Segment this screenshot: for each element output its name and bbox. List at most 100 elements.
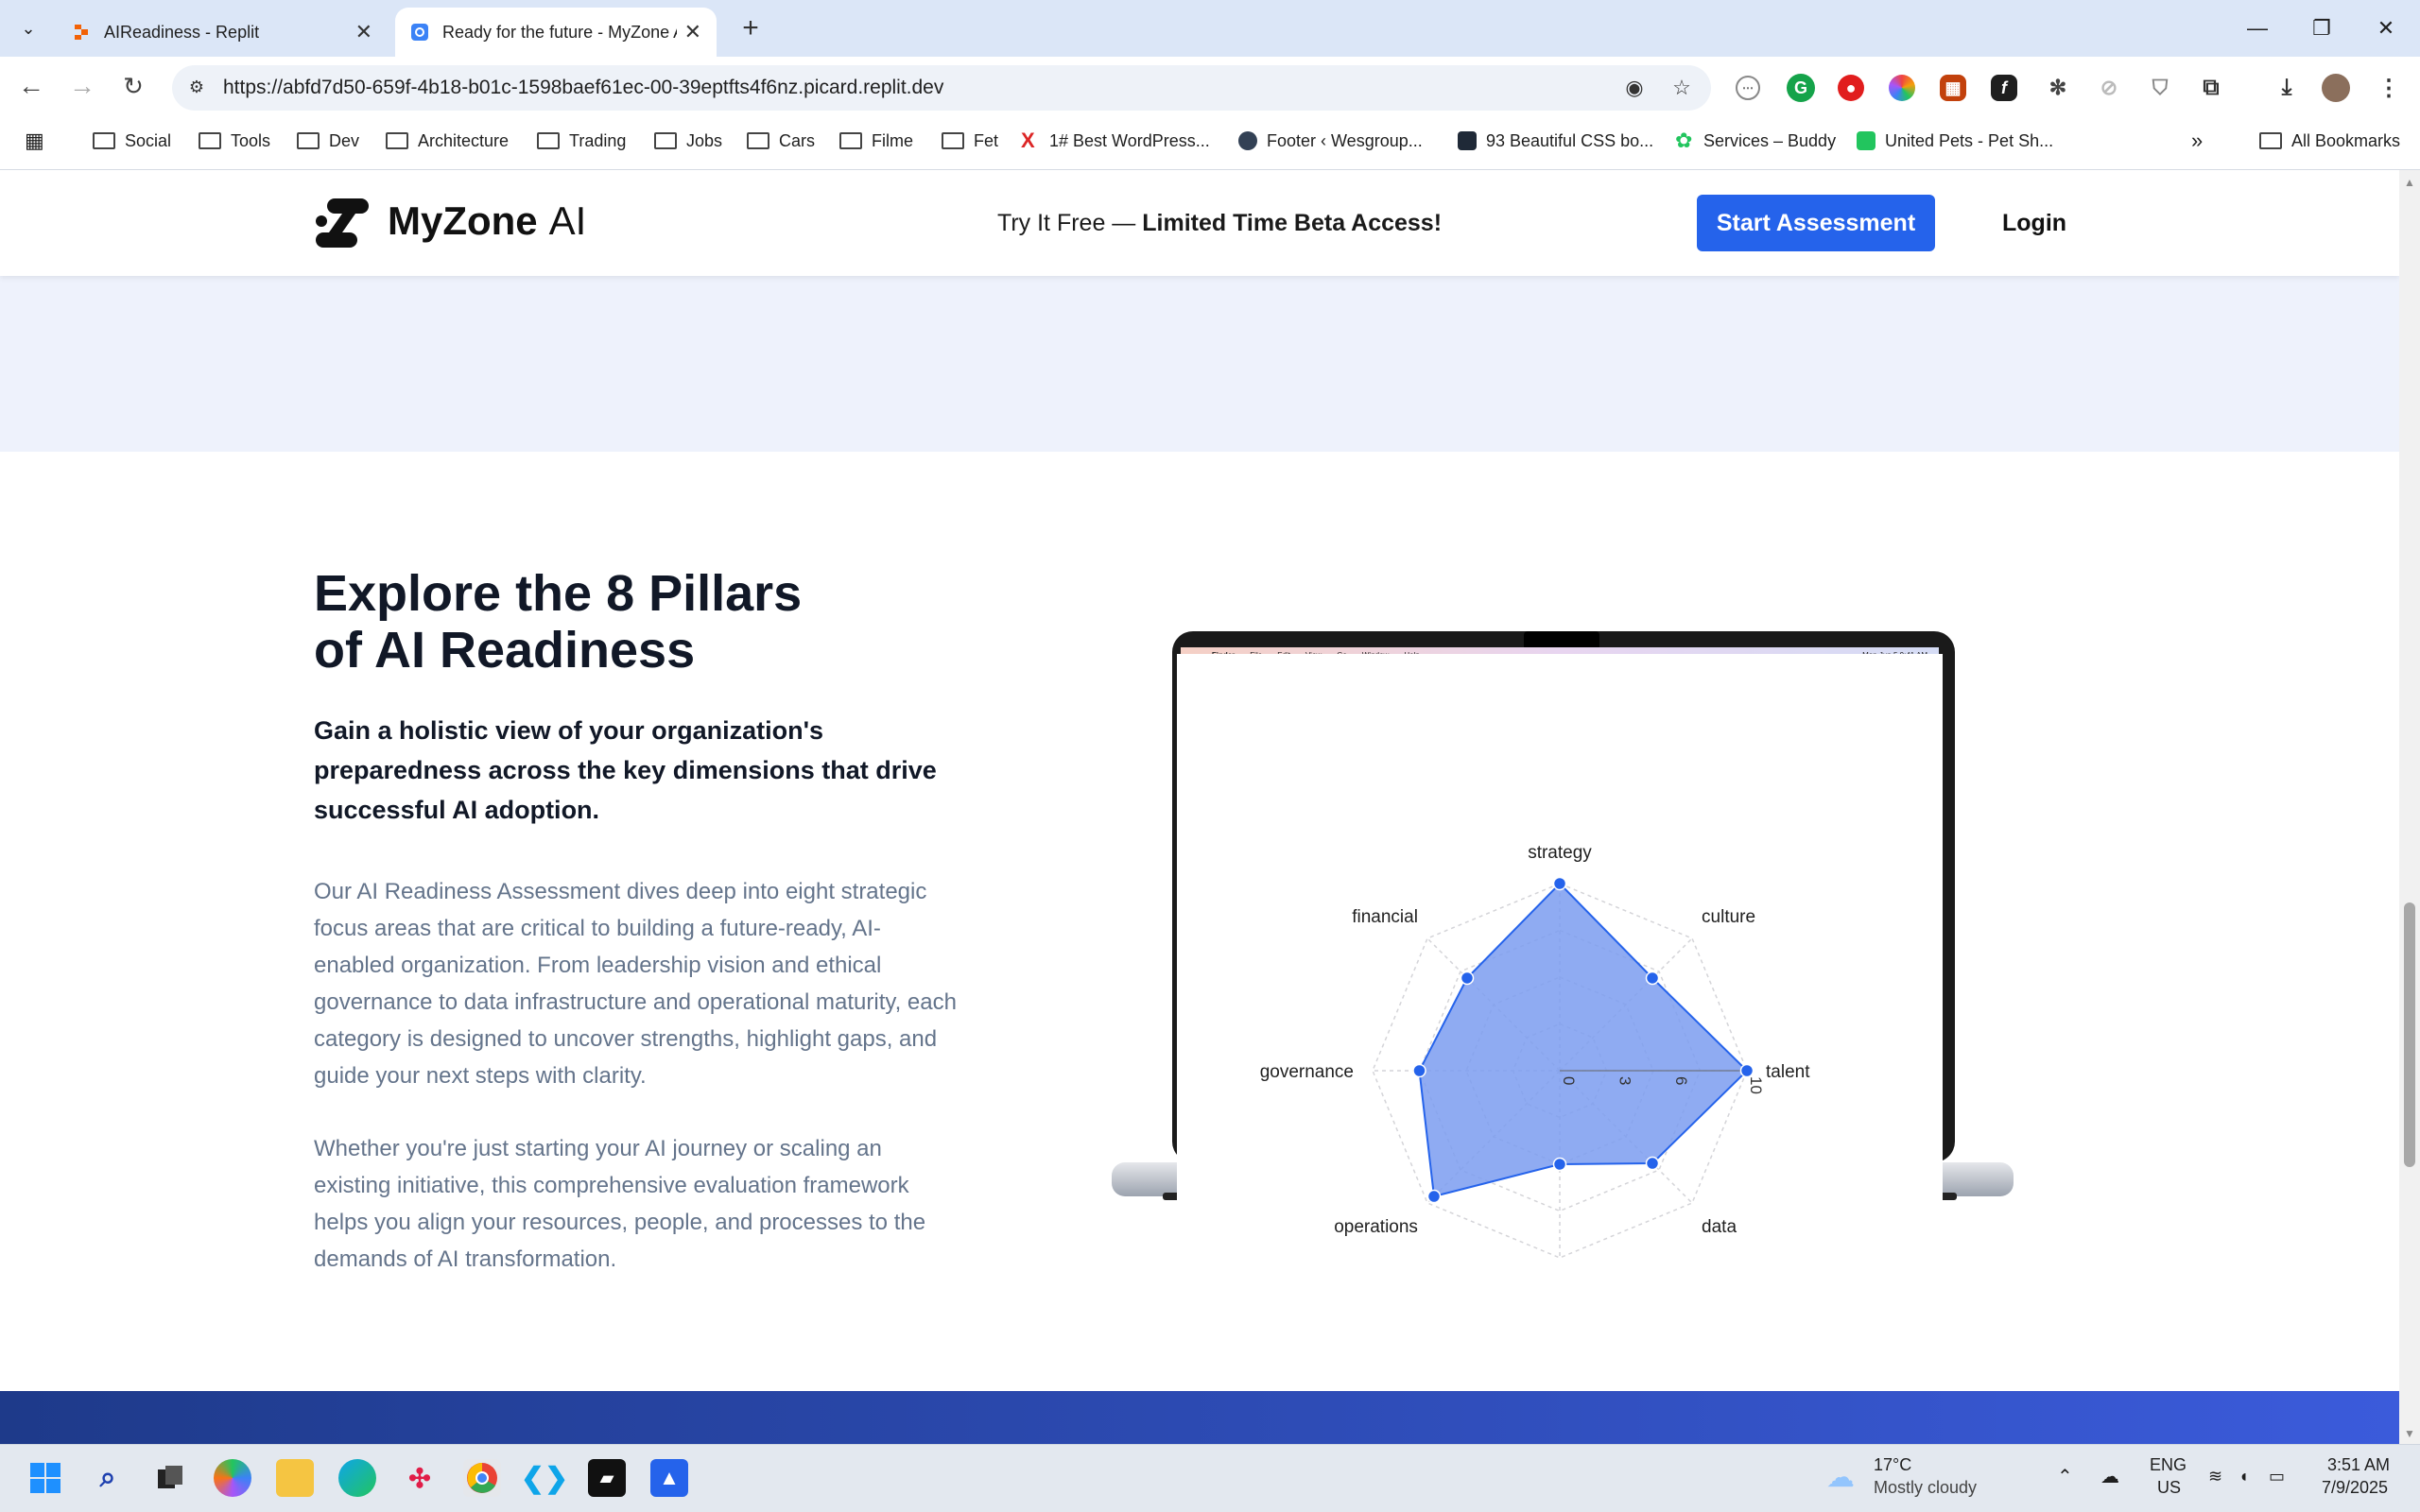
close-icon[interactable]: ✕	[684, 20, 701, 44]
bookmark-folder[interactable]: Filme	[839, 129, 913, 153]
myzone-logo-icon[interactable]	[314, 195, 371, 251]
wifi-icon[interactable]: ≋	[2208, 1467, 2222, 1486]
extension-red-icon[interactable]: ▦	[1940, 75, 1966, 101]
plus-icon: +	[742, 12, 759, 43]
vscode-icon[interactable]: ❮❯	[521, 1459, 568, 1497]
extension-icon[interactable]: ⋯	[1736, 76, 1760, 100]
volume-icon[interactable]: ◖	[2238, 1467, 2249, 1486]
minimize-button[interactable]: —	[2229, 9, 2286, 47]
copilot-icon[interactable]	[214, 1459, 251, 1497]
scroll-down-icon[interactable]: ▼	[2402, 1427, 2417, 1440]
scrollbar-thumb[interactable]	[2404, 902, 2415, 1167]
tab-myzone[interactable]: Ready for the future - MyZone A ✕	[395, 8, 717, 57]
back-button[interactable]: ←	[11, 66, 51, 106]
bookmark-link[interactable]: United Pets - Pet Sh...	[1857, 129, 2053, 153]
lang-code[interactable]: ENG	[2150, 1455, 2187, 1475]
bookmark-folder[interactable]: Fet	[942, 129, 998, 153]
cloud-icon[interactable]: ☁	[2100, 1465, 2119, 1488]
color-picker-icon[interactable]	[1889, 75, 1915, 101]
eye-icon[interactable]: ◉	[1618, 72, 1651, 104]
tab-aireadiness[interactable]: AIReadiness - Replit ✕	[57, 8, 388, 57]
login-link[interactable]: Login	[2002, 210, 2066, 237]
radar-data-point	[1645, 971, 1660, 986]
radar-data-point	[1412, 1063, 1426, 1078]
folder-icon	[93, 132, 115, 149]
new-tab-button[interactable]: +	[734, 11, 768, 45]
close-icon[interactable]: ✕	[355, 20, 372, 44]
tab-title: Ready for the future - MyZone A	[442, 22, 677, 42]
folder-icon	[747, 132, 769, 149]
chevron-up-icon[interactable]: ⌃	[2057, 1465, 2073, 1488]
bookmark-folder[interactable]: Architecture	[386, 129, 509, 153]
shield-icon[interactable]: ⛉	[2144, 72, 2176, 104]
bookmark-folder[interactable]: Trading	[537, 129, 626, 153]
restore-button[interactable]: ❐	[2293, 9, 2350, 47]
bookmark-folder[interactable]: Tools	[199, 129, 270, 153]
windows-start-icon[interactable]	[26, 1459, 64, 1497]
radar-category-label: governance	[1260, 1062, 1354, 1082]
scroll-up-icon[interactable]: ▲	[2402, 176, 2417, 189]
reload-button[interactable]: ↻	[113, 66, 153, 106]
region-code[interactable]: US	[2157, 1478, 2181, 1498]
radar-tick-label: 3	[1616, 1076, 1634, 1085]
bookmark-folder[interactable]: Cars	[747, 129, 815, 153]
edge-icon[interactable]	[338, 1459, 376, 1497]
fonts-icon[interactable]: f	[1991, 75, 2017, 101]
star-icon[interactable]: ☆	[1666, 72, 1698, 104]
paw-icon: ✿	[1675, 129, 1693, 152]
radar-chart: 03610strategyculturetalentdatatechnology…	[1177, 654, 1943, 1276]
folder-icon	[839, 132, 862, 149]
url-text[interactable]: https://abfd7d50-659f-4b18-b01c-1598baef…	[223, 77, 943, 99]
all-bookmarks-button[interactable]: All Bookmarks	[2259, 129, 2400, 153]
battery-icon[interactable]: ▭	[2269, 1467, 2285, 1486]
download-icon[interactable]: ⤓	[2271, 72, 2303, 104]
site-favicon-icon	[411, 24, 428, 41]
forward-button[interactable]: →	[62, 66, 102, 106]
grammarly-icon[interactable]: G	[1787, 74, 1815, 102]
apps-icon[interactable]: ▦	[25, 129, 44, 153]
search-icon[interactable]: ⌕	[89, 1459, 127, 1497]
task-view-icon[interactable]	[151, 1459, 189, 1497]
compass-icon[interactable]: ⊘	[2093, 72, 2125, 104]
adblock-icon[interactable]: ●	[1838, 75, 1864, 101]
bookmark-link[interactable]: 93 Beautiful CSS bo...	[1458, 129, 1653, 153]
avatar[interactable]	[2322, 74, 2350, 102]
bookmarks-overflow-button[interactable]: »	[2191, 129, 2203, 153]
folder-icon	[654, 132, 677, 149]
radar-category-label: data	[1702, 1217, 1737, 1237]
section-paragraph: Our AI Readiness Assessment dives deep i…	[314, 879, 957, 1089]
arrow-left-icon: ←	[18, 71, 44, 100]
close-window-button[interactable]: ✕	[2358, 9, 2414, 47]
bookmark-folder[interactable]: Social	[93, 129, 171, 153]
bookmark-link[interactable]: Footer ‹ Wesgroup...	[1238, 129, 1423, 153]
weather-icon[interactable]: ☁	[1826, 1461, 1855, 1494]
tab-search-button[interactable]: ⌄	[11, 11, 45, 45]
hero-band	[0, 276, 2399, 452]
scrollbar[interactable]	[2399, 170, 2420, 1444]
radar-category-label: operations	[1334, 1217, 1418, 1237]
terminal-icon[interactable]: ▰	[588, 1459, 626, 1497]
site-settings-icon[interactable]: ⚙	[185, 76, 208, 98]
menu-icon[interactable]: ⋮	[2373, 72, 2405, 104]
weather-desc[interactable]: Mostly cloudy	[1874, 1478, 1977, 1498]
bookmark-folder[interactable]: Dev	[297, 129, 359, 153]
clock-date[interactable]: 7/9/2025	[2322, 1478, 2388, 1498]
section-lead: Gain a holistic view of your organizatio…	[314, 716, 937, 824]
logo-text[interactable]: MyZone AI	[388, 198, 586, 244]
clock-time[interactable]: 3:51 AM	[2327, 1455, 2390, 1475]
bookmark-link[interactable]: X 1# Best WordPress...	[1021, 129, 1210, 153]
file-explorer-icon[interactable]	[276, 1459, 314, 1497]
start-assessment-button[interactable]: Start Assessment	[1697, 195, 1935, 251]
photos-icon[interactable]: ▲	[650, 1459, 688, 1497]
folder-icon	[297, 132, 320, 149]
radar-data-point	[1739, 1063, 1754, 1078]
extensions-puzzle-icon[interactable]: ⧉	[2195, 72, 2227, 104]
folder-icon	[537, 132, 560, 149]
site-header: MyZone AI Try It Free — Limited Time Beta…	[0, 170, 2399, 276]
bug-icon[interactable]: ✻	[2042, 72, 2074, 104]
weather-temp[interactable]: 17°C	[1874, 1455, 1911, 1475]
bookmark-folder[interactable]: Jobs	[654, 129, 722, 153]
slack-icon[interactable]: ✣	[401, 1459, 439, 1497]
chrome-icon[interactable]	[463, 1459, 501, 1497]
bookmark-link[interactable]: ✿ Services – Buddy	[1675, 129, 1836, 153]
